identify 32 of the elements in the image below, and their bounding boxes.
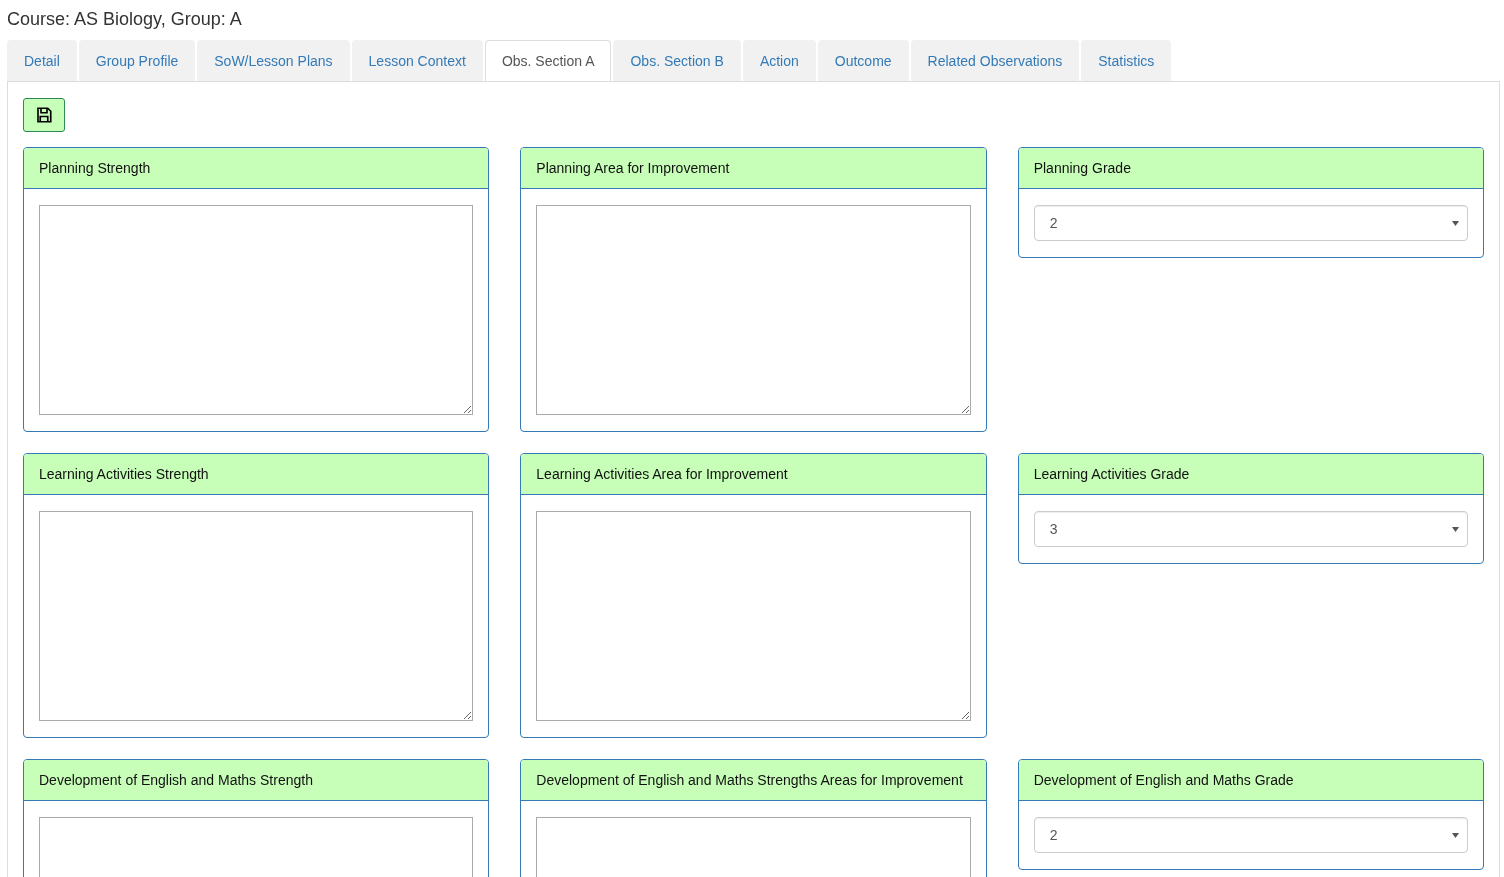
grade-select[interactable]: 2 bbox=[1033, 817, 1468, 853]
tab[interactable]: Obs. Section A bbox=[484, 40, 612, 81]
tab[interactable]: Group Profile bbox=[78, 40, 196, 81]
caret-icon bbox=[1452, 526, 1459, 532]
panel-title: Planning Grade bbox=[1018, 148, 1483, 189]
tab[interactable]: Outcome bbox=[817, 40, 909, 81]
tab[interactable]: SoW/Lesson Plans bbox=[197, 40, 350, 81]
save-button[interactable] bbox=[23, 98, 65, 132]
text-area[interactable] bbox=[39, 511, 474, 721]
text-area[interactable] bbox=[39, 205, 474, 415]
panel-title: Learning Activities Area for Improvement bbox=[521, 454, 986, 495]
caret-icon bbox=[1452, 832, 1459, 838]
tab[interactable]: Action bbox=[742, 40, 816, 81]
grade-select[interactable]: 3 bbox=[1033, 511, 1468, 547]
panel-title: Planning Area for Improvement bbox=[521, 148, 986, 189]
tab[interactable]: Related Observations bbox=[910, 40, 1080, 81]
save-icon bbox=[35, 106, 53, 124]
panel-title: Learning Activities Strength bbox=[24, 454, 489, 495]
text-area[interactable] bbox=[536, 511, 971, 721]
tab[interactable]: Statistics bbox=[1081, 40, 1172, 81]
grade-select[interactable]: 2 bbox=[1033, 205, 1468, 241]
text-area[interactable] bbox=[536, 205, 971, 415]
caret-icon bbox=[1452, 220, 1459, 226]
panel-title: Planning Strength bbox=[24, 148, 489, 189]
tab[interactable]: Detail bbox=[7, 40, 77, 81]
page-heading: Course: AS Biology, Group: A bbox=[7, 8, 243, 30]
tab[interactable]: Lesson Context bbox=[351, 40, 483, 81]
panel-title: Development of English and Maths Grade bbox=[1018, 760, 1483, 801]
panel-title: Learning Activities Grade bbox=[1018, 454, 1483, 495]
panel-title: Development of English and Maths Strength bbox=[24, 760, 489, 801]
panel-title: Development of English and Maths Strengths Areas for Improvement bbox=[521, 760, 986, 801]
tab[interactable]: Obs. Section B bbox=[613, 40, 741, 81]
